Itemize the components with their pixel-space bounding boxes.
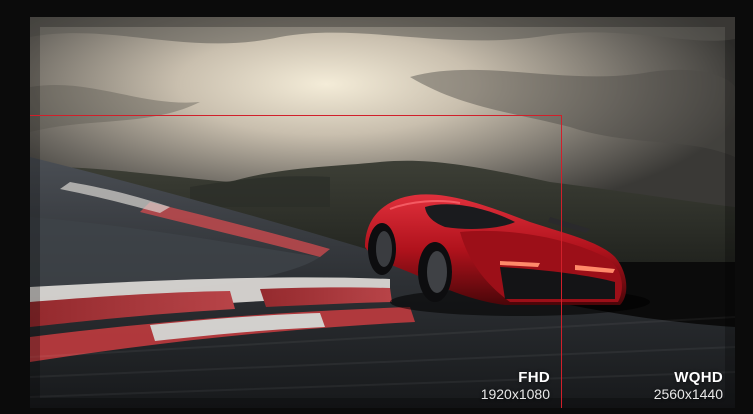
wqhd-resolution: 2560x1440 <box>653 385 723 402</box>
fhd-name: FHD <box>518 369 550 386</box>
wqhd-label: WQHD 2560x1440 <box>653 369 723 402</box>
fhd-label: FHD 1920x1080 <box>480 369 550 402</box>
fhd-resolution: 1920x1080 <box>480 385 550 402</box>
comparison-frame: FHD 1920x1080 WQHD 2560x1440 <box>0 0 753 414</box>
race-car-photo <box>30 17 735 408</box>
wqhd-name: WQHD <box>674 369 723 386</box>
